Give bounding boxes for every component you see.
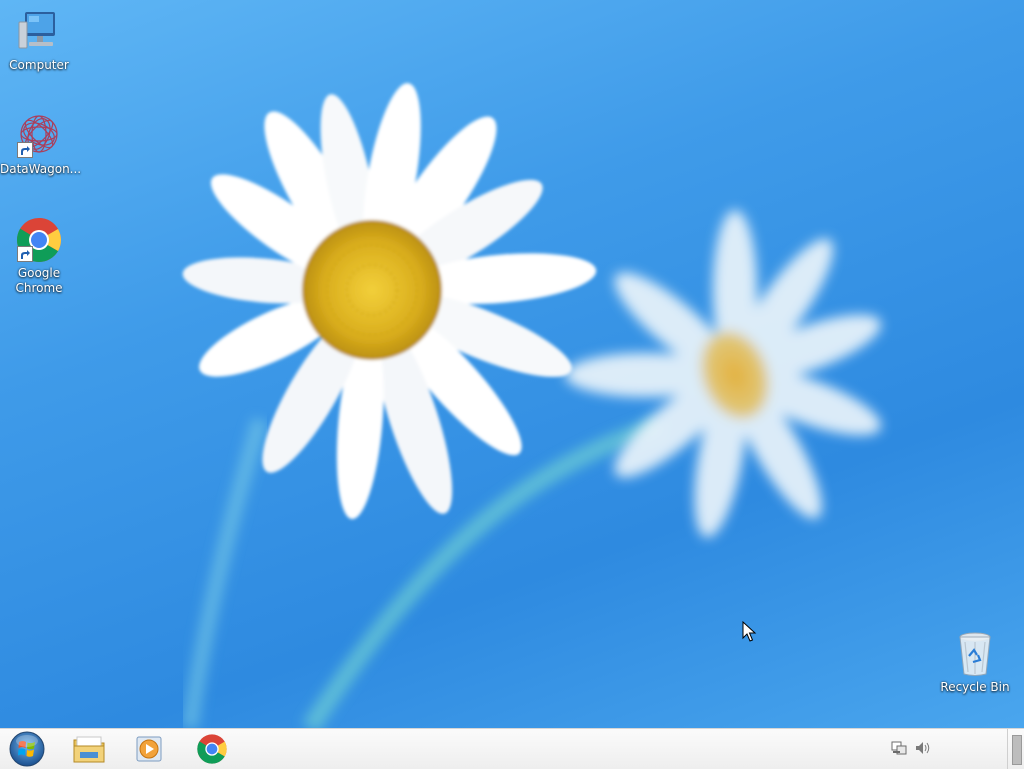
taskbar-chrome-button[interactable] [187, 731, 237, 767]
desktop-icon-label: DataWagon... [0, 162, 82, 176]
chrome-icon [197, 734, 227, 764]
desktop-icon-label-line1: Google [17, 266, 61, 280]
tray-volume[interactable] [914, 739, 932, 761]
tray-network[interactable] [890, 739, 908, 761]
desktop-icon-label: Computer [9, 58, 69, 72]
taskbar-clock[interactable] [940, 735, 1000, 763]
media-player-icon [136, 736, 162, 762]
desktop-icon-google-chrome[interactable]: Google Chrome [0, 216, 78, 296]
datawagon-icon [15, 112, 63, 160]
network-icon [891, 741, 907, 755]
desktop-icon-label: Recycle Bin [940, 680, 1010, 694]
volume-icon [916, 742, 930, 754]
taskbar-media-player-button[interactable] [124, 731, 174, 767]
show-desktop-button[interactable] [1007, 729, 1024, 769]
shortcut-arrow-icon [17, 246, 33, 262]
show-desktop-bar [1012, 735, 1022, 765]
wallpaper-image [182, 83, 882, 728]
recycle-bin-icon [951, 630, 999, 678]
chrome-icon [15, 216, 63, 264]
shortcut-arrow-icon [17, 142, 33, 158]
computer-icon [15, 8, 63, 56]
desktop-icon-recycle-bin[interactable]: Recycle Bin [936, 630, 1014, 695]
desktop-icon-datawagon[interactable]: DataWagon... [0, 112, 82, 177]
desktop-icon-computer[interactable]: Computer [0, 8, 78, 73]
taskbar-file-explorer-button[interactable] [64, 731, 114, 767]
mouse-cursor-icon [742, 621, 757, 642]
taskbar [0, 728, 1024, 769]
desktop[interactable]: Computer DataWagon... Google Chrome Recy… [0, 0, 1024, 728]
file-explorer-icon [73, 736, 105, 763]
windows-start-orb-icon [9, 731, 45, 767]
start-button[interactable] [2, 731, 52, 767]
desktop-icon-label-line2: Chrome [15, 281, 63, 295]
